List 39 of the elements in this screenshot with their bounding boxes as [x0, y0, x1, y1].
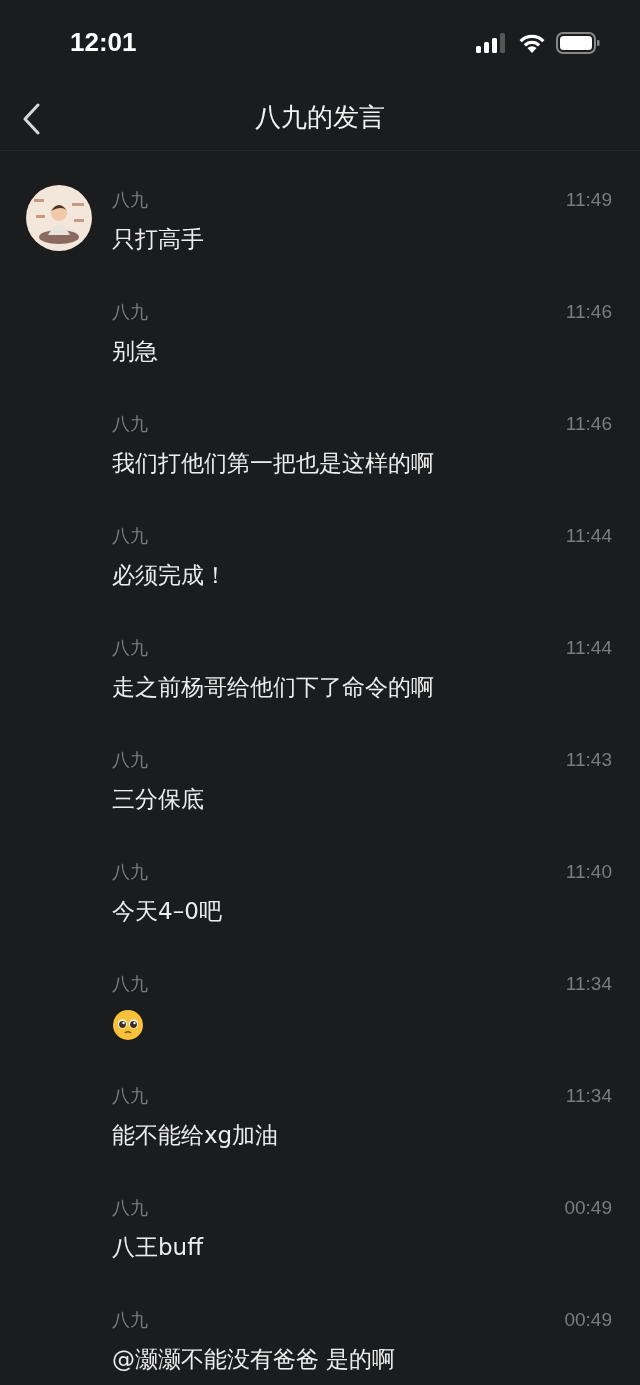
sender-name: 八九 [112, 636, 149, 660]
message-text: 别急 [112, 337, 159, 366]
message-time: 11:49 [565, 188, 612, 212]
message-text: 三分保底 [112, 785, 205, 814]
battery-icon [556, 31, 600, 54]
wifi-icon [518, 32, 546, 53]
message-time: 11:46 [565, 412, 612, 436]
sender-name: 八九 [112, 1196, 149, 1220]
message-time: 11:43 [565, 748, 612, 772]
message-time: 11:46 [565, 300, 612, 324]
message-text: 八王buff [112, 1233, 205, 1262]
sender-name: 八九 [112, 860, 149, 884]
message-text: 我们打他们第一把也是这样的啊 [112, 449, 435, 478]
pleading-face-icon [112, 1009, 144, 1041]
message-time: 00:49 [564, 1308, 612, 1332]
message-text: 只打高手 [112, 225, 205, 254]
message-text: 走之前杨哥给他们下了命令的啊 [112, 673, 435, 702]
signal-icon [476, 32, 508, 53]
sender-name: 八九 [112, 748, 149, 772]
message-time: 11:44 [565, 524, 612, 548]
message-time: 11:44 [565, 636, 612, 660]
status-time: 12:01 [70, 27, 137, 58]
message-time: 11:34 [565, 972, 612, 996]
sender-name: 八九 [112, 300, 149, 324]
sender-name: 八九 [112, 1308, 149, 1332]
sender-name: 八九 [112, 524, 149, 548]
sender-name: 八九 [112, 412, 149, 436]
back-chevron-icon [22, 103, 42, 135]
message-text: 能不能给xg加油 [112, 1121, 280, 1150]
message-time: 00:49 [564, 1196, 612, 1220]
message-time: 11:40 [565, 860, 612, 884]
message-time: 11:34 [565, 1084, 612, 1108]
sender-name: 八九 [112, 1084, 149, 1108]
message-text: 今天4–0吧 [112, 897, 223, 926]
sender-name: 八九 [112, 188, 149, 212]
sender-name: 八九 [112, 972, 149, 996]
page-title: 八九的发言 [255, 101, 385, 134]
message-text: 必须完成！ [112, 561, 228, 590]
message-text: @灏灏不能没有爸爸 是的啊 [112, 1345, 397, 1374]
